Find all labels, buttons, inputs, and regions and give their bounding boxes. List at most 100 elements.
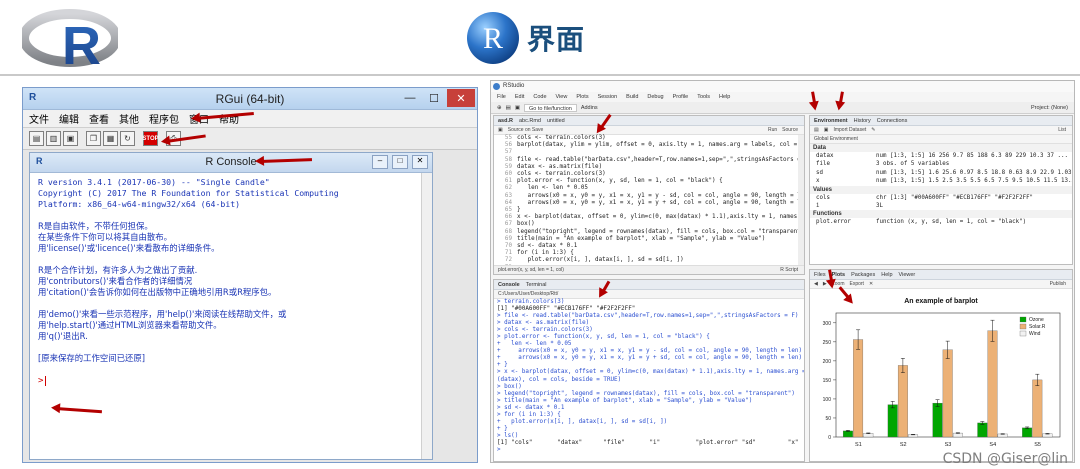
minimize-icon[interactable]: — (399, 89, 421, 107)
rstudio-title-bar[interactable]: RStudio (491, 81, 1074, 92)
code-line[interactable]: 65} (497, 207, 804, 214)
code-line[interactable]: 63 arrows(x0 = x, y0 = y, x1 = x, y1 = y… (497, 193, 804, 200)
r-console-output[interactable]: R version 3.4.1 (2017-06-30) -- "Single … (30, 173, 432, 391)
tab-help[interactable]: Help (881, 272, 892, 278)
open-script-icon[interactable]: ▤ (29, 131, 44, 146)
menu-session[interactable]: Session (598, 94, 618, 100)
code-line[interactable]: 57 (497, 149, 804, 156)
menu-help[interactable]: Help (719, 94, 730, 100)
tab-asd-r[interactable]: asd.R (498, 118, 513, 124)
paste-icon[interactable]: ▦ (103, 131, 118, 146)
r-console-scrollbar[interactable] (421, 173, 432, 459)
env-variable-row[interactable]: x num [1:3, 1:5] 1.5 2.5 3.5 5.5 6.5 7.5 … (810, 177, 1072, 185)
console-prompt-line[interactable]: > (38, 375, 424, 387)
code-line[interactable]: 58 file <- read.table("barData.csv",heade… (497, 157, 804, 164)
copy-paste-icon[interactable]: ↻ (120, 131, 135, 146)
run-button[interactable]: Run (768, 127, 777, 133)
menu-edit[interactable]: Edit (515, 94, 524, 100)
tab-packages[interactable]: Packages (851, 272, 875, 278)
env-variable-row[interactable]: plot.error function (x, y, sd, len = 1, c… (810, 218, 1072, 226)
env-variable-row[interactable]: datax num [1:3, 1:5] 16 256 9.7 85 188 6.… (810, 152, 1072, 160)
code-line[interactable]: 71 for (i in 1:3) { (497, 250, 804, 257)
source-button[interactable]: Source (782, 127, 798, 133)
open-file-icon[interactable]: ▤ (506, 105, 511, 111)
env-variable-row[interactable]: i 3L (810, 202, 1072, 210)
env-variable-row[interactable]: file 3 obs. of 5 variables (810, 160, 1072, 168)
copy-icon[interactable]: ❐ (86, 131, 101, 146)
menu-code[interactable]: Code (533, 94, 546, 100)
code-line[interactable]: 60 cols <- terrain.colors(3) (497, 171, 804, 178)
code-line[interactable]: 64 arrows(x0 = x, y0 = y, x1 = x, y1 = y… (497, 200, 804, 207)
load-env-icon[interactable]: ▤ (814, 127, 819, 133)
console-close-icon[interactable]: ✕ (412, 155, 428, 169)
code-line[interactable]: 70 sd <- datax * 0.1 (497, 243, 804, 250)
console-maximize-icon[interactable]: □ (392, 155, 408, 169)
menu-plots[interactable]: Plots (576, 94, 588, 100)
code-line[interactable]: 68 legend("topright", legend = rownames(d… (497, 229, 804, 236)
tab-viewer[interactable]: Viewer (899, 272, 916, 278)
tab-files[interactable]: Files (814, 272, 826, 278)
editor-save-icon[interactable]: ▣ (498, 127, 503, 133)
code-line[interactable]: 69 title(main = "An example of barplot", … (497, 236, 804, 243)
list-view-toggle[interactable]: List (1058, 127, 1066, 133)
go-to-file-input[interactable]: Go to file/function (524, 103, 577, 112)
source-on-save-checkbox[interactable]: Source on Save (508, 127, 544, 133)
save-workspace-icon[interactable]: ▣ (63, 131, 78, 146)
tab-console[interactable]: Console (498, 282, 520, 288)
maximize-icon[interactable]: ☐ (423, 89, 445, 107)
export-button[interactable]: Export (850, 281, 864, 287)
code-line[interactable]: 55 cols <- terrain.colors(3) (497, 135, 804, 142)
editor-scrollbar[interactable] (798, 135, 804, 265)
menu-file[interactable]: File (497, 94, 506, 100)
r-console-title-bar[interactable]: R R Console – □ ✕ (30, 153, 432, 173)
menu-view[interactable]: View (556, 94, 568, 100)
publish-button[interactable]: Publish (1050, 281, 1066, 287)
stop-icon[interactable]: STOP (142, 131, 159, 146)
global-environment-dropdown[interactable]: Global Environment (814, 136, 858, 142)
code-line[interactable]: 62 len <- len * 0.05 (497, 185, 804, 192)
code-line[interactable]: 56 barplot(datax, ylim = ylim, offset = 0… (497, 142, 804, 149)
delete-plot-icon[interactable]: ✕ (869, 281, 873, 287)
code-line[interactable]: 59 datax <- as.matrix(file) (497, 164, 804, 171)
tab-environment[interactable]: Environment (814, 118, 848, 124)
env-variable-row[interactable]: cols chr [1:3] "#00A600FF" "#ECB176FF" "#… (810, 194, 1072, 202)
menu-edit[interactable]: 编辑 (59, 111, 79, 126)
menu-view[interactable]: 查看 (89, 111, 109, 126)
barplot-chart[interactable]: An example of barplot 0 50 100 150 200 250 300 S… (810, 289, 1072, 459)
console-output[interactable]: > terrain.colors(3) [1] "#00A600FF" "#ECB… (494, 299, 804, 454)
clear-env-icon[interactable]: ✎ (871, 127, 875, 133)
menu-build[interactable]: Build (626, 94, 638, 100)
tab-plots[interactable]: Plots (832, 272, 845, 278)
menu-profile[interactable]: Profile (673, 94, 689, 100)
import-dataset-button[interactable]: Import Dataset (833, 127, 866, 133)
prev-plot-icon[interactable]: ◀ (814, 281, 818, 287)
console-minimize-icon[interactable]: – (372, 155, 388, 169)
project-menu[interactable]: Project: (None) (1031, 105, 1068, 111)
code-line[interactable]: 66 x <- barplot(datax, offset = 0, ylim=c… (497, 214, 804, 221)
menu-file[interactable]: 文件 (29, 111, 49, 126)
addins-button[interactable]: Addins (581, 105, 598, 111)
rgui-title-bar[interactable]: R RGui (64-bit) — ☐ ✕ (23, 88, 477, 110)
save-icon[interactable]: ▣ (515, 105, 520, 111)
save-env-icon[interactable]: ▣ (824, 127, 829, 133)
editor-code[interactable]: 55 cols <- terrain.colors(3) 56 barplot(dat… (494, 135, 804, 272)
menu-misc[interactable]: 其他 (119, 111, 139, 126)
code-line[interactable]: 67 box() (497, 221, 804, 228)
env-variable-row[interactable]: sd num [1:3, 1:5] 1.6 25.6 0.97 8.5 18.8 … (810, 169, 1072, 177)
tab-untitled[interactable]: untitled (547, 118, 565, 124)
tab-terminal[interactable]: Terminal (526, 282, 547, 288)
tab-abc-rmd[interactable]: abc.Rmd (519, 118, 541, 124)
editor-mode[interactable]: R Script (780, 267, 798, 273)
console-working-dir[interactable]: C:/Users/User/Desktop/Rtt/ (498, 291, 558, 297)
new-file-icon[interactable]: ⊕ (497, 105, 502, 111)
load-workspace-icon[interactable]: ▥ (46, 131, 61, 146)
close-icon[interactable]: ✕ (447, 89, 475, 107)
menu-debug[interactable]: Debug (647, 94, 663, 100)
code-line[interactable]: 61 plot.error <- function(x, y, sd, len =… (497, 178, 804, 185)
editor-status-function[interactable]: plot.error(x, y, sd, len = 1, col) (498, 267, 564, 273)
code-line[interactable]: 72 plot.error(x[i, ], datax[i, ], sd = s… (497, 257, 804, 264)
menu-packages[interactable]: 程序包 (149, 111, 179, 126)
menu-tools[interactable]: Tools (697, 94, 710, 100)
tab-connections[interactable]: Connections (877, 118, 908, 124)
tab-history[interactable]: History (854, 118, 871, 124)
